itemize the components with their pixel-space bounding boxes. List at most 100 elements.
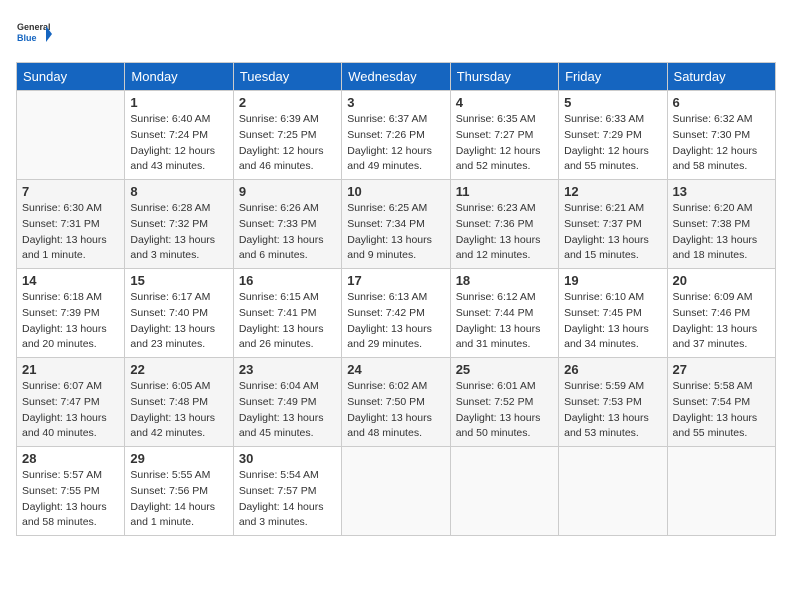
- calendar-cell: 2 Sunrise: 6:39 AMSunset: 7:25 PMDaylight…: [233, 91, 341, 180]
- calendar-cell: [667, 447, 775, 536]
- day-number: 28: [22, 451, 119, 466]
- column-header-tuesday: Tuesday: [233, 63, 341, 91]
- day-number: 30: [239, 451, 336, 466]
- day-info: Sunrise: 5:54 AMSunset: 7:57 PMDaylight:…: [239, 468, 336, 531]
- calendar-cell: [450, 447, 558, 536]
- day-number: 18: [456, 273, 553, 288]
- calendar-cell: 26 Sunrise: 5:59 AMSunset: 7:53 PMDayligh…: [559, 358, 667, 447]
- svg-text:General: General: [17, 22, 51, 32]
- calendar-cell: [559, 447, 667, 536]
- calendar-week-row: 7 Sunrise: 6:30 AMSunset: 7:31 PMDaylight…: [17, 180, 776, 269]
- day-number: 7: [22, 184, 119, 199]
- day-info: Sunrise: 6:25 AMSunset: 7:34 PMDaylight:…: [347, 201, 444, 264]
- day-info: Sunrise: 6:40 AMSunset: 7:24 PMDaylight:…: [130, 112, 227, 175]
- day-number: 14: [22, 273, 119, 288]
- calendar-cell: 4 Sunrise: 6:35 AMSunset: 7:27 PMDaylight…: [450, 91, 558, 180]
- calendar-cell: 21Sunrise: 6:07 AMSunset: 7:47 PMDayligh…: [17, 358, 125, 447]
- day-number: 13: [673, 184, 770, 199]
- day-number: 6: [673, 95, 770, 110]
- day-info: Sunrise: 6:05 AMSunset: 7:48 PMDaylight:…: [130, 379, 227, 442]
- calendar-cell: 17 Sunrise: 6:13 AMSunset: 7:42 PMDayligh…: [342, 269, 450, 358]
- day-info: Sunrise: 5:59 AMSunset: 7:53 PMDaylight:…: [564, 379, 661, 442]
- day-number: 10: [347, 184, 444, 199]
- calendar-cell: 27Sunrise: 5:58 AMSunset: 7:54 PMDayligh…: [667, 358, 775, 447]
- day-info: Sunrise: 6:23 AMSunset: 7:36 PMDaylight:…: [456, 201, 553, 264]
- column-header-monday: Monday: [125, 63, 233, 91]
- column-header-friday: Friday: [559, 63, 667, 91]
- calendar-cell: 8 Sunrise: 6:28 AMSunset: 7:32 PMDaylight…: [125, 180, 233, 269]
- day-number: 26: [564, 362, 661, 377]
- day-info: Sunrise: 6:21 AMSunset: 7:37 PMDaylight:…: [564, 201, 661, 264]
- calendar-cell: 24Sunrise: 6:02 AMSunset: 7:50 PMDayligh…: [342, 358, 450, 447]
- day-info: Sunrise: 6:32 AMSunset: 7:30 PMDaylight:…: [673, 112, 770, 175]
- calendar-header-row: SundayMondayTuesdayWednesdayThursdayFrid…: [17, 63, 776, 91]
- day-number: 1: [130, 95, 227, 110]
- calendar-cell: 15 Sunrise: 6:17 AMSunset: 7:40 PMDayligh…: [125, 269, 233, 358]
- day-info: Sunrise: 6:12 AMSunset: 7:44 PMDaylight:…: [456, 290, 553, 353]
- calendar-cell: 14Sunrise: 6:18 AMSunset: 7:39 PMDayligh…: [17, 269, 125, 358]
- calendar-cell: 13 Sunrise: 6:20 AMSunset: 7:38 PMDayligh…: [667, 180, 775, 269]
- calendar-cell: 22 Sunrise: 6:05 AMSunset: 7:48 PMDayligh…: [125, 358, 233, 447]
- svg-text:Blue: Blue: [17, 33, 37, 43]
- day-info: Sunrise: 6:17 AMSunset: 7:40 PMDaylight:…: [130, 290, 227, 353]
- calendar-table: SundayMondayTuesdayWednesdayThursdayFrid…: [16, 62, 776, 536]
- day-info: Sunrise: 5:55 AMSunset: 7:56 PMDaylight:…: [130, 468, 227, 531]
- calendar-cell: 6 Sunrise: 6:32 AMSunset: 7:30 PMDaylight…: [667, 91, 775, 180]
- calendar-cell: 28 Sunrise: 5:57 AMSunset: 7:55 PMDayligh…: [17, 447, 125, 536]
- day-number: 15: [130, 273, 227, 288]
- day-info: Sunrise: 6:13 AMSunset: 7:42 PMDaylight:…: [347, 290, 444, 353]
- calendar-cell: 20 Sunrise: 6:09 AMSunset: 7:46 PMDayligh…: [667, 269, 775, 358]
- day-info: Sunrise: 6:30 AMSunset: 7:31 PMDaylight:…: [22, 201, 119, 264]
- calendar-cell: 5Sunrise: 6:33 AMSunset: 7:29 PMDaylight…: [559, 91, 667, 180]
- calendar-cell: 30 Sunrise: 5:54 AMSunset: 7:57 PMDayligh…: [233, 447, 341, 536]
- day-info: Sunrise: 6:10 AMSunset: 7:45 PMDaylight:…: [564, 290, 661, 353]
- calendar-cell: 12 Sunrise: 6:21 AMSunset: 7:37 PMDayligh…: [559, 180, 667, 269]
- calendar-cell: 29Sunrise: 5:55 AMSunset: 7:56 PMDayligh…: [125, 447, 233, 536]
- day-number: 23: [239, 362, 336, 377]
- day-number: 16: [239, 273, 336, 288]
- calendar-cell: 16 Sunrise: 6:15 AMSunset: 7:41 PMDayligh…: [233, 269, 341, 358]
- calendar-cell: 7 Sunrise: 6:30 AMSunset: 7:31 PMDaylight…: [17, 180, 125, 269]
- calendar-cell: [342, 447, 450, 536]
- day-info: Sunrise: 6:35 AMSunset: 7:27 PMDaylight:…: [456, 112, 553, 175]
- day-info: Sunrise: 6:26 AMSunset: 7:33 PMDaylight:…: [239, 201, 336, 264]
- day-number: 4: [456, 95, 553, 110]
- day-info: Sunrise: 6:01 AMSunset: 7:52 PMDaylight:…: [456, 379, 553, 442]
- calendar-cell: 19 Sunrise: 6:10 AMSunset: 7:45 PMDayligh…: [559, 269, 667, 358]
- day-number: 5: [564, 95, 661, 110]
- calendar-cell: 1 Sunrise: 6:40 AMSunset: 7:24 PMDaylight…: [125, 91, 233, 180]
- column-header-thursday: Thursday: [450, 63, 558, 91]
- column-header-wednesday: Wednesday: [342, 63, 450, 91]
- day-info: Sunrise: 6:04 AMSunset: 7:49 PMDaylight:…: [239, 379, 336, 442]
- day-number: 8: [130, 184, 227, 199]
- day-number: 21: [22, 362, 119, 377]
- logo: General Blue: [16, 16, 52, 52]
- day-number: 3: [347, 95, 444, 110]
- calendar-week-row: 1 Sunrise: 6:40 AMSunset: 7:24 PMDaylight…: [17, 91, 776, 180]
- day-number: 11: [456, 184, 553, 199]
- calendar-week-row: 28 Sunrise: 5:57 AMSunset: 7:55 PMDayligh…: [17, 447, 776, 536]
- page-header: General Blue: [16, 16, 776, 52]
- day-number: 25: [456, 362, 553, 377]
- day-info: Sunrise: 5:57 AMSunset: 7:55 PMDaylight:…: [22, 468, 119, 531]
- day-number: 9: [239, 184, 336, 199]
- day-number: 22: [130, 362, 227, 377]
- day-info: Sunrise: 6:28 AMSunset: 7:32 PMDaylight:…: [130, 201, 227, 264]
- day-number: 19: [564, 273, 661, 288]
- day-number: 27: [673, 362, 770, 377]
- day-number: 2: [239, 95, 336, 110]
- calendar-cell: 3Sunrise: 6:37 AMSunset: 7:26 PMDaylight…: [342, 91, 450, 180]
- day-info: Sunrise: 6:15 AMSunset: 7:41 PMDaylight:…: [239, 290, 336, 353]
- column-header-saturday: Saturday: [667, 63, 775, 91]
- logo-icon: General Blue: [16, 16, 52, 52]
- day-number: 20: [673, 273, 770, 288]
- day-number: 17: [347, 273, 444, 288]
- calendar-cell: 18 Sunrise: 6:12 AMSunset: 7:44 PMDayligh…: [450, 269, 558, 358]
- day-info: Sunrise: 6:20 AMSunset: 7:38 PMDaylight:…: [673, 201, 770, 264]
- day-info: Sunrise: 6:39 AMSunset: 7:25 PMDaylight:…: [239, 112, 336, 175]
- calendar-cell: [17, 91, 125, 180]
- column-header-sunday: Sunday: [17, 63, 125, 91]
- calendar-week-row: 21Sunrise: 6:07 AMSunset: 7:47 PMDayligh…: [17, 358, 776, 447]
- day-number: 12: [564, 184, 661, 199]
- day-info: Sunrise: 6:09 AMSunset: 7:46 PMDaylight:…: [673, 290, 770, 353]
